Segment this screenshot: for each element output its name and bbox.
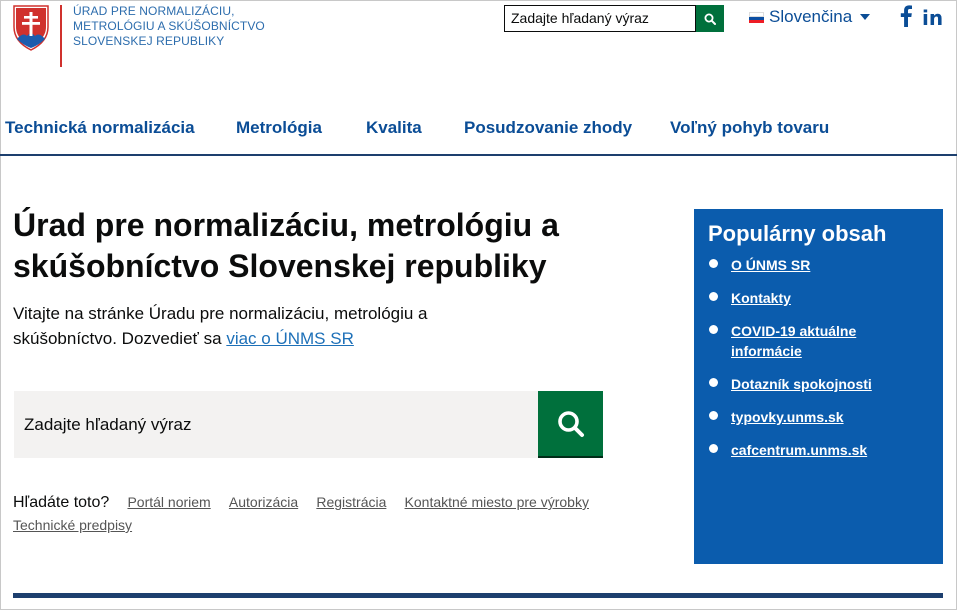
intro-text: Vitajte na stránke Úradu pre normalizáci… bbox=[13, 304, 428, 348]
chevron-down-icon bbox=[860, 14, 871, 20]
language-label: Slovenčina bbox=[769, 7, 853, 26]
quick-link-autorizacia[interactable]: Autorizácia bbox=[229, 494, 298, 510]
bottom-divider bbox=[13, 593, 943, 598]
intro-link-about[interactable]: viac o ÚNMS SR bbox=[226, 329, 354, 348]
popular-link-cafcentrum[interactable]: cafcentrum.unms.sk bbox=[731, 442, 867, 458]
search-icon bbox=[704, 13, 716, 25]
quick-links-label: Hľadáte toto? bbox=[13, 494, 110, 511]
nav-item-kvalita[interactable]: Kvalita bbox=[366, 118, 422, 138]
popular-link-dotaznik[interactable]: Dotazník spokojnosti bbox=[731, 376, 872, 392]
popular-link-covid[interactable]: COVID-19 aktuálne informácie bbox=[731, 323, 856, 359]
header-search-button[interactable] bbox=[696, 5, 724, 32]
logo-line-2: METROLÓGIU A SKÚŠOBNÍCTVO bbox=[73, 19, 265, 33]
main-navigation: Technická normalizácia Metrológia Kvalit… bbox=[0, 104, 957, 156]
list-item: O ÚNMS SR bbox=[708, 255, 929, 275]
logo-line-1: ÚRAD PRE NORMALIZÁCIU, bbox=[73, 4, 235, 18]
list-item: COVID-19 aktuálne informácie bbox=[708, 321, 929, 361]
list-item: Dotazník spokojnosti bbox=[708, 374, 929, 394]
quick-link-technicke-predpisy[interactable]: Technické predpisy bbox=[13, 517, 132, 533]
popular-title: Populárny obsah bbox=[708, 221, 887, 246]
nav-item-posudzovanie-zhody[interactable]: Posudzovanie zhody bbox=[464, 118, 632, 138]
header-search-input[interactable]: Zadajte hľadaný výraz bbox=[504, 5, 696, 32]
search-icon bbox=[557, 410, 584, 437]
quick-link-portal-noriem[interactable]: Portál noriem bbox=[127, 494, 210, 510]
header-search: Zadajte hľadaný výraz bbox=[504, 5, 724, 32]
main-search-input[interactable]: Zadajte hľadaný výraz bbox=[14, 391, 538, 458]
facebook-icon[interactable] bbox=[899, 5, 913, 27]
nav-item-volny-pohyb-tovaru[interactable]: Voľný pohyb tovaru bbox=[670, 118, 829, 138]
popular-content-box: Populárny obsah O ÚNMS SR Kontakty COVID… bbox=[694, 209, 943, 564]
site-logo[interactable] bbox=[13, 5, 49, 51]
slovak-flag-icon bbox=[749, 11, 764, 23]
list-item: typovky.unms.sk bbox=[708, 407, 929, 427]
list-item: cafcentrum.unms.sk bbox=[708, 440, 929, 460]
logo-divider bbox=[60, 5, 62, 67]
nav-item-technicka-normalizacia[interactable]: Technická normalizácia bbox=[5, 118, 195, 138]
page-title: Úrad pre normalizáciu, metrológiu a skúš… bbox=[13, 207, 559, 284]
language-selector[interactable]: Slovenčina bbox=[749, 7, 871, 27]
quick-link-registracia[interactable]: Registrácia bbox=[316, 494, 386, 510]
linkedin-icon[interactable]: in bbox=[922, 6, 943, 30]
intro-paragraph: Vitajte na stránke Úradu pre normalizáci… bbox=[13, 301, 463, 351]
logo-line-3: SLOVENSKEJ REPUBLIKY bbox=[73, 34, 225, 48]
nav-item-metrologia[interactable]: Metrológia bbox=[236, 118, 322, 138]
popular-link-typovky[interactable]: typovky.unms.sk bbox=[731, 409, 844, 425]
main-search: Zadajte hľadaný výraz bbox=[14, 391, 603, 458]
coat-of-arms-icon bbox=[13, 5, 49, 51]
quick-links: Hľadáte toto? Portál noriem Autorizácia … bbox=[13, 491, 653, 537]
popular-link-o-unms[interactable]: O ÚNMS SR bbox=[731, 257, 810, 273]
popular-list: O ÚNMS SR Kontakty COVID-19 aktuálne inf… bbox=[708, 255, 929, 460]
main-search-button[interactable] bbox=[538, 391, 603, 458]
logo-text[interactable]: ÚRAD PRE NORMALIZÁCIU, METROLÓGIU A SKÚŠ… bbox=[73, 4, 265, 49]
quick-link-kontaktne-miesto[interactable]: Kontaktné miesto pre výrobky bbox=[405, 494, 589, 510]
popular-link-kontakty[interactable]: Kontakty bbox=[731, 290, 791, 306]
list-item: Kontakty bbox=[708, 288, 929, 308]
